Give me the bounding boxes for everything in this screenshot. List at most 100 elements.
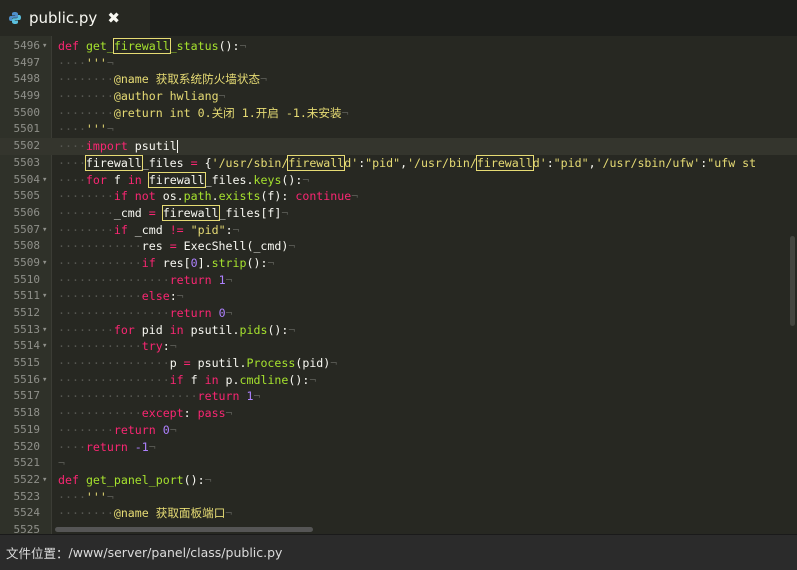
line-number: 5515 — [13, 356, 41, 370]
line-number: 5498 — [13, 72, 41, 86]
line-number: 5524 — [13, 506, 41, 520]
code-line[interactable]: 5509 ▾ ············if res[0].strip():¬ — [0, 255, 797, 272]
code-text: ····'''¬ — [58, 122, 114, 137]
code-line[interactable]: 5519 ········return 0¬ — [0, 422, 797, 439]
fold-toggle-icon[interactable]: ▾ — [42, 322, 47, 339]
code-line[interactable]: 5523 ····'''¬ — [0, 489, 797, 506]
code-text: ············else:¬ — [58, 289, 184, 304]
code-line[interactable]: 5496 ▾ def get_firewall_status():¬ — [0, 38, 797, 55]
code-text: ············res = ExecShell(_cmd)¬ — [58, 239, 296, 254]
code-line[interactable]: 5507 ▾ ········if _cmd != "pid":¬ — [0, 222, 797, 239]
code-line[interactable]: 5524 ········@name 获取面板端口¬ — [0, 505, 797, 522]
line-number: 5520 — [13, 439, 41, 453]
line-number: 5522 — [13, 472, 41, 486]
fold-toggle-icon[interactable]: ▾ — [42, 255, 47, 272]
code-text: def get_firewall_status():¬ — [58, 38, 247, 54]
code-text: ········return 0¬ — [58, 422, 177, 437]
code-text: ····for f in firewall_files.keys():¬ — [58, 171, 310, 188]
code-line[interactable]: 5513 ▾ ········for pid in psutil.pids():¬ — [0, 322, 797, 339]
fold-toggle-icon[interactable]: ▾ — [42, 38, 47, 55]
code-line[interactable]: 5503 ····firewall_files = {'/usr/sbin/fir… — [0, 154, 797, 172]
fold-toggle-icon[interactable]: ▾ — [42, 472, 47, 489]
code-line[interactable]: 5508 ············res = ExecShell(_cmd)¬ — [0, 238, 797, 255]
line-number: 5505 — [13, 189, 41, 203]
code-text: ····'''¬ — [58, 489, 114, 504]
horizontal-scrollbar[interactable] — [52, 524, 797, 534]
code-text: ········if _cmd != "pid":¬ — [58, 222, 240, 237]
tab-bar: public.py ✖ — [0, 0, 797, 36]
code-text: ········@return int 0.关闭 1.开启 -1.未安装¬ — [58, 105, 349, 120]
python-icon — [9, 12, 21, 24]
vertical-scrollbar-thumb[interactable] — [790, 236, 795, 326]
file-path: /www/server/panel/class/public.py — [68, 545, 283, 560]
code-line[interactable]: 5522 ▾ def get_panel_port():¬ — [0, 472, 797, 489]
code-line[interactable]: 5504 ▾ ····for f in firewall_files.keys():… — [0, 171, 797, 189]
code-line[interactable]: 5512 ················return 0¬ — [0, 305, 797, 322]
code-line[interactable]: 5520 ····return -1¬ — [0, 439, 797, 456]
line-number: 5511 — [13, 289, 41, 303]
code-text: ········@author hwliang¬ — [58, 89, 226, 104]
line-number: 5503 — [13, 155, 41, 169]
code-line[interactable]: 5510 ················return 1¬ — [0, 272, 797, 289]
code-line[interactable]: 5499 ········@author hwliang¬ — [0, 88, 797, 105]
code-line[interactable]: 5501 ····'''¬ — [0, 121, 797, 138]
code-editor[interactable]: 5496 ▾ def get_firewall_status():¬ 5497 ····… — [0, 36, 797, 534]
code-line[interactable]: 5506 ········_cmd = firewall_files[f]¬ — [0, 204, 797, 222]
code-text: ············try:¬ — [58, 339, 177, 354]
code-text: ················p = psutil.Process(pid)¬ — [58, 356, 338, 371]
code-line[interactable]: 5497 ····'''¬ — [0, 55, 797, 72]
code-text: ····firewall_files = {'/usr/sbin/firewal… — [58, 154, 757, 171]
line-number: 5525 — [13, 522, 41, 534]
fold-toggle-icon[interactable]: ▾ — [42, 222, 47, 239]
line-number: 5507 — [13, 222, 41, 236]
line-number: 5499 — [13, 89, 41, 103]
code-line[interactable]: 5516 ▾ ················if f in p.cmdline()… — [0, 372, 797, 389]
code-text: ¬ — [58, 456, 65, 471]
line-number: 5496 — [13, 39, 41, 52]
file-location-label: 文件位置： — [6, 546, 69, 561]
code-text: ········if not os.path.exists(f): contin… — [58, 189, 359, 204]
line-number: 5517 — [13, 389, 41, 403]
line-number: 5518 — [13, 406, 41, 420]
status-bar: 文件位置： /www/server/panel/class/public.py — [0, 534, 797, 570]
code-line[interactable]: 5511 ▾ ············else:¬ — [0, 288, 797, 305]
code-text: ········@name 获取系统防火墙状态¬ — [58, 72, 268, 87]
fold-toggle-icon[interactable]: ▾ — [42, 172, 47, 189]
code-line[interactable]: 5517 ····················return 1¬ — [0, 388, 797, 405]
code-line[interactable]: 5515 ················p = psutil.Process(p… — [0, 355, 797, 372]
fold-toggle-icon[interactable]: ▾ — [42, 288, 47, 305]
line-number: 5501 — [13, 122, 41, 136]
code-text: ········_cmd = firewall_files[f]¬ — [58, 204, 289, 221]
line-number: 5514 — [13, 339, 41, 353]
line-number: 5504 — [13, 172, 41, 186]
line-number: 5510 — [13, 272, 41, 286]
code-line[interactable]: 5514 ▾ ············try:¬ — [0, 338, 797, 355]
line-number: 5509 — [13, 255, 41, 269]
tab-public-py[interactable]: public.py ✖ — [0, 0, 150, 36]
code-line[interactable]: 5498 ········@name 获取系统防火墙状态¬ — [0, 71, 797, 88]
tab-label: public.py — [29, 9, 98, 27]
line-number: 5500 — [13, 105, 41, 119]
fold-toggle-icon[interactable]: ▾ — [42, 372, 47, 389]
fold-toggle-icon[interactable]: ▾ — [42, 338, 47, 355]
code-text: ········for pid in psutil.pids():¬ — [58, 322, 296, 337]
line-number: 5508 — [13, 239, 41, 253]
line-number: 5521 — [13, 456, 41, 470]
code-text: ····return -1¬ — [58, 439, 156, 454]
code-text: ············if res[0].strip():¬ — [58, 255, 275, 270]
code-line[interactable]: 5500 ········@return int 0.关闭 1.开启 -1.未安装… — [0, 105, 797, 122]
horizontal-scrollbar-thumb[interactable] — [55, 527, 313, 532]
line-number: 5506 — [13, 205, 41, 219]
code-text: ················if f in p.cmdline():¬ — [58, 372, 317, 387]
code-text: ····················return 1¬ — [58, 389, 261, 404]
code-line[interactable]: 5505 ········if not os.path.exists(f): co… — [0, 188, 797, 205]
code-text: ············except: pass¬ — [58, 406, 233, 421]
line-number: 5502 — [13, 139, 41, 153]
code-line[interactable]: 5518 ············except: pass¬ — [0, 405, 797, 422]
code-line[interactable]: 5521 ¬ — [0, 455, 797, 472]
code-text: ················return 0¬ — [58, 306, 233, 320]
code-line[interactable]: 5502 ····import psutil — [0, 138, 797, 155]
code-text: ········@name 获取面板端口¬ — [58, 506, 233, 521]
close-icon[interactable]: ✖ — [107, 9, 120, 27]
line-number: 5512 — [13, 306, 41, 319]
